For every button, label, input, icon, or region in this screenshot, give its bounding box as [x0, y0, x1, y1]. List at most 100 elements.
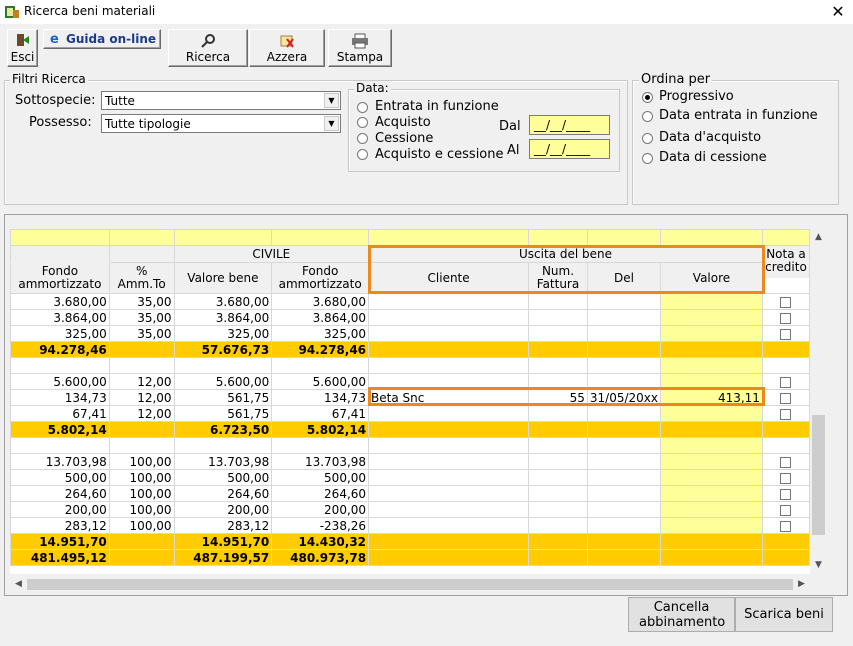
azzera-button[interactable]: Azzera [249, 29, 325, 67]
table-cell[interactable]: 35,00 [108, 293, 175, 310]
table-row[interactable]: 200,00 100,00 200,00 200,00 [10, 501, 810, 518]
table-cell[interactable] [660, 485, 763, 502]
table-cell[interactable]: 480.973,78 [271, 549, 370, 566]
col-valore-bene[interactable]: Valore bene [173, 262, 273, 294]
stampa-button[interactable]: Stampa [328, 29, 392, 67]
table-cell[interactable]: 283,12 [10, 517, 110, 534]
table-cell[interactable] [586, 453, 662, 470]
table-cell[interactable] [586, 309, 662, 326]
nota-credito-checkbox[interactable] [780, 504, 792, 516]
table-cell[interactable]: 561,75 [173, 405, 273, 422]
table-cell[interactable] [528, 437, 588, 454]
table-cell[interactable] [660, 549, 763, 566]
table-cell[interactable] [368, 341, 530, 358]
col-cliente[interactable]: Cliente [368, 262, 530, 294]
table-cell[interactable] [528, 373, 588, 390]
scroll-down-icon[interactable]: ▼ [810, 557, 827, 574]
radio-cessione[interactable] [357, 133, 368, 144]
horizontal-scrollbar[interactable]: ◀ ▶ [10, 576, 810, 593]
ricerca-button[interactable]: Ricerca [168, 29, 248, 67]
table-cell[interactable] [528, 517, 588, 534]
table-cell[interactable] [586, 485, 662, 502]
table-cell[interactable] [368, 453, 530, 470]
table-cell[interactable]: 200,00 [271, 501, 370, 518]
radio-data-cessione[interactable] [642, 153, 653, 164]
table-cell[interactable]: 100,00 [108, 453, 175, 470]
cancella-abbinamento-button[interactable]: Cancella abbinamento [628, 597, 735, 632]
total-row[interactable]: 481.495,12 487.199,57 480.973,78 [10, 549, 810, 566]
scroll-up-icon[interactable]: ▲ [810, 229, 827, 246]
table-cell[interactable]: -238,26 [271, 517, 370, 534]
table-cell[interactable] [586, 501, 662, 518]
table-cell[interactable] [660, 421, 763, 438]
table-cell[interactable]: 264,60 [10, 485, 110, 502]
table-cell[interactable]: 14.951,70 [10, 533, 110, 550]
table-cell[interactable]: 5.600,00 [173, 373, 273, 390]
table-cell[interactable] [108, 437, 175, 454]
table-cell[interactable]: 325,00 [173, 325, 273, 342]
table-cell[interactable] [660, 309, 763, 326]
table-cell[interactable] [586, 357, 662, 374]
table-cell[interactable]: 100,00 [108, 517, 175, 534]
table-cell[interactable] [108, 533, 175, 550]
table-cell[interactable] [528, 341, 588, 358]
table-cell[interactable] [660, 501, 763, 518]
table-cell[interactable] [108, 549, 175, 566]
table-cell[interactable]: 3.680,00 [173, 293, 273, 310]
table-row[interactable]: 3.864,00 35,00 3.864,00 3.864,00 [10, 309, 810, 326]
table-cell[interactable] [368, 373, 530, 390]
table-cell[interactable]: 5.600,00 [10, 373, 110, 390]
table-cell[interactable] [10, 357, 110, 374]
table-row[interactable]: 67,41 12,00 561,75 67,41 [10, 405, 810, 422]
table-cell[interactable] [586, 373, 662, 390]
table-cell[interactable] [368, 405, 530, 422]
table-cell[interactable]: 100,00 [108, 501, 175, 518]
table-cell[interactable] [368, 437, 530, 454]
total-row[interactable]: 94.278,46 57.676,73 94.278,46 [10, 341, 810, 358]
table-cell[interactable]: 500,00 [173, 469, 273, 486]
table-cell[interactable] [528, 533, 588, 550]
table-cell[interactable] [586, 405, 662, 422]
table-cell[interactable] [528, 357, 588, 374]
table-cell[interactable] [660, 469, 763, 486]
table-cell[interactable]: 3.680,00 [10, 293, 110, 310]
table-row[interactable]: 264,60 100,00 264,60 264,60 [10, 485, 810, 502]
blank-row[interactable] [10, 357, 810, 374]
table-cell[interactable]: 35,00 [108, 325, 175, 342]
vertical-scrollbar[interactable]: ▲ ▼ [810, 229, 827, 574]
table-cell[interactable] [271, 357, 370, 374]
table-cell[interactable] [660, 293, 763, 310]
table-cell[interactable]: 57.676,73 [173, 341, 273, 358]
table-cell[interactable]: 134,73 [271, 389, 370, 406]
table-cell[interactable]: 200,00 [173, 501, 273, 518]
nota-credito-checkbox[interactable] [780, 392, 792, 404]
table-cell[interactable] [368, 485, 530, 502]
table-row[interactable]: 5.600,00 12,00 5.600,00 5.600,00 [10, 373, 810, 390]
chevron-down-icon[interactable]: ▼ [324, 93, 339, 108]
guida-online-button[interactable]: e Guida on-line [43, 29, 161, 49]
table-cell[interactable] [586, 421, 662, 438]
table-cell[interactable] [586, 341, 662, 358]
table-cell[interactable] [528, 405, 588, 422]
radio-data-acquisto[interactable] [642, 133, 653, 144]
nota-credito-checkbox[interactable] [780, 456, 792, 468]
scroll-left-icon[interactable]: ◀ [10, 576, 27, 593]
table-cell[interactable] [528, 325, 588, 342]
table-cell[interactable]: 283,12 [173, 517, 273, 534]
table-cell[interactable]: 31/05/20xx [586, 389, 662, 406]
table-cell[interactable] [10, 437, 110, 454]
table-row[interactable]: 3.680,00 35,00 3.680,00 3.680,00 [10, 293, 810, 310]
table-cell[interactable] [528, 501, 588, 518]
table-cell[interactable]: 12,00 [108, 405, 175, 422]
table-cell[interactable] [660, 453, 763, 470]
possesso-select[interactable]: Tutte tipologie ▼ [101, 114, 341, 133]
nota-credito-checkbox[interactable] [780, 296, 792, 308]
table-cell[interactable] [528, 309, 588, 326]
table-cell[interactable]: 14.430,32 [271, 533, 370, 550]
table-cell[interactable]: 3.864,00 [271, 309, 370, 326]
table-cell[interactable] [108, 357, 175, 374]
results-grid[interactable]: CIVILE Uscita del bene Fondo ammortizzat… [10, 229, 810, 574]
table-cell[interactable] [528, 549, 588, 566]
radio-progressivo[interactable] [642, 92, 653, 103]
table-cell[interactable]: 12,00 [108, 389, 175, 406]
